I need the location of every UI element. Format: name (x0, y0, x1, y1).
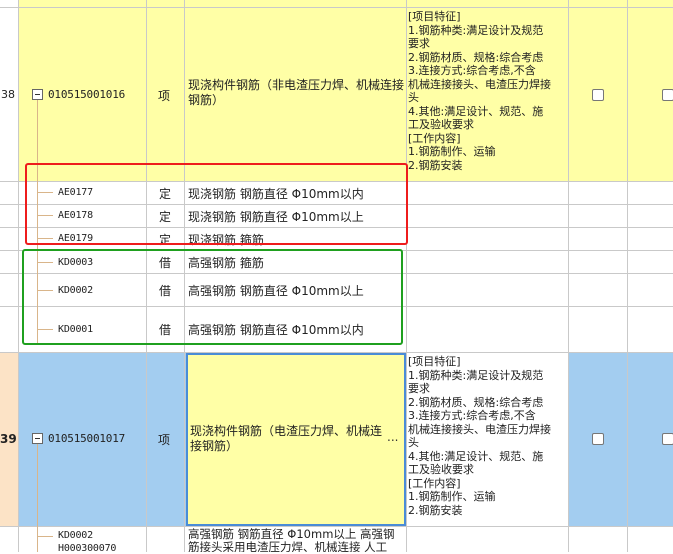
bottom-code-2: H000300070 (58, 543, 117, 554)
unit-39: 项 (158, 433, 171, 447)
tree-connector (37, 536, 53, 537)
bottom-name[interactable]: 高强钢筋 钢筋直径 Φ10mm以上 高强钢筋接头采用电渣压力焊、机械连接 人工 (188, 528, 406, 552)
project-features-38[interactable]: [项目特征] 1.钢筋种类:满足设计及规范 要求 2.钢筋材质、规格:综合考虑 … (408, 10, 568, 180)
collapse-toggle-39[interactable] (32, 433, 43, 444)
checkbox-38-b[interactable] (662, 89, 673, 101)
row-number-label: 38 (1, 88, 15, 101)
project-name-39[interactable]: 现浇构件钢筋（电渣压力焊、机械连接钢筋） (190, 424, 386, 464)
grid-line (0, 352, 673, 353)
grid-line (627, 0, 628, 552)
row-number-label: 39 (0, 432, 17, 446)
grid-line (0, 526, 673, 527)
grid-line (0, 7, 673, 8)
grid-line (406, 0, 407, 552)
highlight-box-red (25, 163, 408, 245)
project-features-39[interactable]: [项目特征] 1.钢筋种类:满足设计及规范 要求 2.钢筋材质、规格:综合考虑 … (408, 355, 568, 525)
checkbox-39-b[interactable] (662, 433, 673, 445)
grid-line (18, 0, 19, 552)
checkbox-39-a[interactable] (592, 433, 604, 445)
project-code-38: 010515001016 (48, 88, 126, 101)
highlight-box-green (22, 249, 403, 345)
checkbox-38-a[interactable] (592, 89, 604, 101)
grid-line (568, 0, 569, 552)
project-name-38[interactable]: 现浇构件钢筋（非电渣压力焊、机械连接钢筋） (188, 78, 406, 118)
more-ellipsis-button[interactable]: ... (387, 430, 398, 444)
bottom-code-1: KD0002 (58, 530, 93, 541)
project-code-39: 010515001017 (48, 432, 126, 445)
collapse-toggle-38[interactable] (32, 89, 43, 100)
unit-38: 项 (158, 89, 171, 103)
